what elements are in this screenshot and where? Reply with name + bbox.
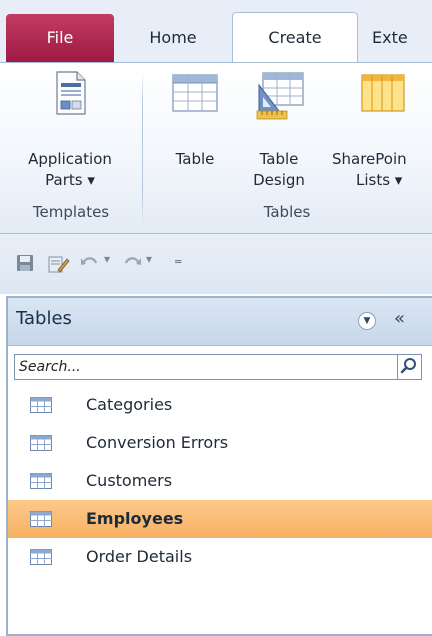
undo-icon[interactable] (80, 254, 100, 272)
group-label-templates: Templates (32, 203, 110, 221)
table-design-icon (256, 72, 304, 120)
sharepoint-lists-icon (361, 74, 405, 112)
list-item-label: Customers (86, 471, 173, 490)
edit-record-icon[interactable] (48, 254, 70, 274)
group-label-tables: Tables (263, 203, 311, 221)
save-icon[interactable] (16, 254, 34, 272)
list-item-label: Categories (86, 395, 173, 414)
table-icon (30, 511, 52, 527)
list-item[interactable]: Order Details (8, 538, 432, 576)
redo-dropdown-icon[interactable]: ▾ (146, 252, 152, 266)
list-item[interactable]: Categories (8, 386, 432, 424)
table-icon (30, 397, 52, 413)
table-button[interactable]: Table (160, 71, 230, 170)
table-icon (30, 549, 52, 565)
ribbon-tab-strip: File Home Create Exte (0, 0, 432, 64)
tab-home[interactable]: Home (118, 14, 228, 62)
list-item[interactable]: Customers (8, 462, 432, 500)
list-item-label: Conversion Errors (86, 433, 229, 452)
table-icon (30, 473, 52, 489)
list-item-selected[interactable]: Employees (8, 500, 432, 538)
table-design-button[interactable]: Table Design (240, 71, 318, 191)
table-label: Table (175, 150, 215, 168)
list-item-label: Order Details (86, 547, 193, 566)
tab-file[interactable]: File (6, 14, 114, 62)
chevron-down-icon[interactable]: ▼ (358, 312, 376, 330)
navigation-pane-header: Tables ▼ « (8, 298, 432, 346)
ribbon-create: Application Parts ▾ Table Table Design S… (0, 62, 432, 234)
sharepoint-lists-sublabel: Lists ▾ (356, 171, 403, 189)
application-parts-label: Application (28, 150, 112, 168)
tab-create[interactable]: Create (232, 12, 358, 64)
sharepoint-lists-button[interactable]: SharePoin Lists ▾ (326, 71, 432, 191)
application-parts-button[interactable]: Application Parts ▾ (4, 71, 136, 191)
navigation-pane: Tables ▼ « Categories (6, 296, 432, 636)
search-box (14, 354, 422, 380)
undo-dropdown-icon[interactable]: ▾ (104, 252, 110, 266)
tab-external-data[interactable]: Exte (364, 14, 432, 62)
customize-toolbar-icon[interactable]: ₌ (174, 249, 182, 268)
redo-icon[interactable] (122, 254, 142, 272)
quick-access-toolbar: ▾ ▾ ₌ (0, 234, 432, 294)
list-item-label: Employees (86, 509, 184, 528)
sharepoint-lists-label: SharePoin (332, 150, 407, 168)
search-input[interactable] (15, 355, 395, 379)
application-parts-sublabel: Parts ▾ (45, 171, 95, 189)
tables-list: Categories Conversion Errors Customers E… (8, 386, 432, 576)
list-item[interactable]: Conversion Errors (8, 424, 432, 462)
application-parts-icon (56, 71, 86, 115)
table-design-sublabel: Design (253, 171, 305, 189)
navigation-pane-title[interactable]: Tables (16, 308, 72, 329)
collapse-pane-icon[interactable]: « (394, 308, 405, 329)
search-button[interactable] (397, 355, 421, 379)
search-icon (400, 358, 416, 374)
table-icon (30, 435, 52, 451)
table-icon (172, 74, 218, 112)
table-design-label: Table (259, 150, 299, 168)
